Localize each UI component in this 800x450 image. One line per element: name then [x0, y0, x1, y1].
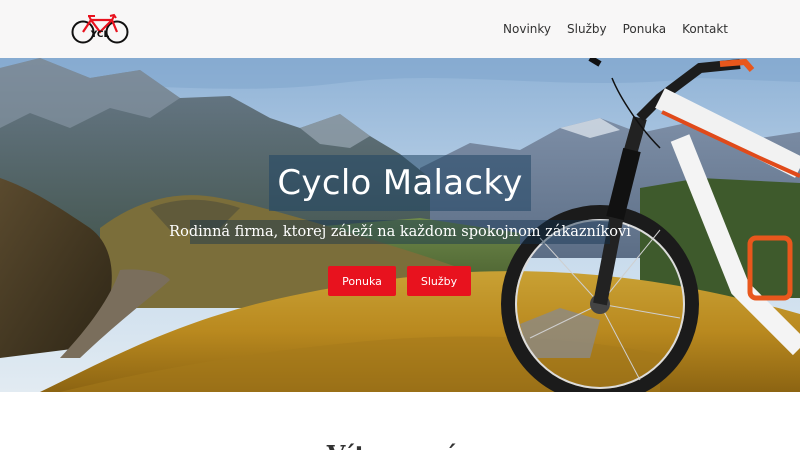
hero-title: Cyclo Malacky [277, 163, 523, 203]
site-header: YCL Novinky Služby Ponuka Kontakt [0, 0, 800, 58]
nav-item-ponuka[interactable]: Ponuka [623, 22, 666, 36]
section-heading: Vítame vás [0, 440, 800, 450]
logo-text: YCL [90, 30, 110, 40]
hero-title-box: Cyclo Malacky [269, 155, 531, 211]
hero-tagline-box: Rodinná firma, ktorej záleží na každom s… [169, 220, 631, 244]
welcome-section: Vítame vás [0, 392, 800, 450]
ponuka-button[interactable]: Ponuka [328, 266, 396, 296]
hero-tagline: Rodinná firma, ktorej záleží na každom s… [169, 224, 631, 240]
hero-section: Cyclo Malacky Rodinná firma, ktorej zále… [0, 58, 800, 392]
nav-item-sluzby[interactable]: Služby [567, 22, 607, 36]
bicycle-logo-icon[interactable]: YCL [70, 12, 130, 46]
main-nav: Novinky Služby Ponuka Kontakt [503, 0, 728, 58]
nav-item-kontakt[interactable]: Kontakt [682, 22, 728, 36]
nav-item-novinky[interactable]: Novinky [503, 22, 551, 36]
sluzby-button[interactable]: Služby [407, 266, 471, 296]
